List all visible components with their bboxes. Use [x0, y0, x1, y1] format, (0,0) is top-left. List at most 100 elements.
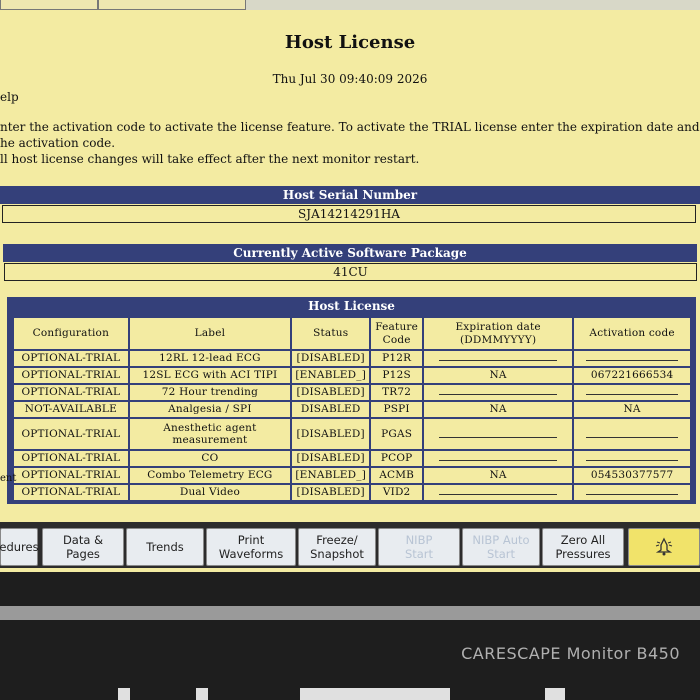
monitor-screen: Host License Thu Jul 30 09:40:09 2026 el… — [0, 0, 700, 572]
expiration-date-input[interactable] — [438, 428, 558, 438]
nibp-start-button[interactable]: NIBP Start — [378, 528, 460, 566]
col-header-activation-code: Activation code — [574, 318, 690, 349]
feature-code-cell: VID2 — [371, 485, 423, 500]
top-tab-1[interactable] — [0, 0, 98, 10]
status-cell: [DISABLED] — [292, 351, 370, 366]
activation-code-input[interactable] — [585, 428, 679, 438]
alarm-bell-icon — [655, 537, 673, 556]
data-pages-button[interactable]: Data & Pages — [42, 528, 124, 566]
label-cell: Anesthetic agent measurement — [129, 419, 291, 449]
top-tab-strip — [0, 0, 700, 10]
label-cell: 12RL 12-lead ECG — [129, 351, 291, 366]
trends-button[interactable]: Trends — [126, 528, 204, 566]
freeze-snapshot-button[interactable]: Freeze/ Snapshot — [298, 528, 376, 566]
label-cell: CO — [129, 451, 291, 466]
activation-code-input[interactable] — [585, 385, 679, 395]
bezel-button[interactable] — [545, 688, 565, 700]
table-row: OPTIONAL-TRIAL Anesthetic agent measurem… — [14, 419, 690, 449]
expiration-date-input[interactable] — [438, 485, 558, 495]
expiration-date-field[interactable] — [424, 419, 573, 449]
help-label[interactable]: elp — [0, 90, 19, 104]
col-header-status: Status — [292, 318, 370, 349]
label-cell: 12SL ECG with ACI TIPI — [129, 368, 291, 383]
activation-code-input[interactable] — [585, 451, 679, 461]
feature-code-cell: TR72 — [371, 385, 423, 400]
software-package-value: 41CU — [4, 263, 697, 281]
activation-code-field[interactable] — [574, 451, 690, 466]
configuration-cell: OPTIONAL-TRIAL — [14, 485, 128, 500]
expiration-date-field[interactable] — [424, 351, 573, 366]
host-license-title: Host License — [308, 299, 395, 313]
status-cell: [ENABLED_] — [292, 368, 370, 383]
status-cell: DISABLED — [292, 402, 370, 417]
procedures-button[interactable]: edures — [0, 528, 39, 566]
feature-code-cell: PCOP — [371, 451, 423, 466]
feature-code-cell: P12R — [371, 351, 423, 366]
col-header-expiration-date: Expiration date (DDMMYYYY) — [424, 318, 573, 349]
table-header-row: Configuration Label Status Feature Code … — [14, 318, 690, 349]
configuration-cell: OPTIONAL-TRIAL — [14, 385, 128, 400]
activation-code-input[interactable] — [585, 351, 679, 361]
bezel-light-strip — [300, 688, 450, 700]
bezel-edge — [0, 606, 700, 620]
configuration-cell: OPTIONAL-TRIAL — [14, 451, 128, 466]
host-license-table: Configuration Label Status Feature Code … — [12, 316, 692, 502]
status-cell: [DISABLED] — [292, 385, 370, 400]
label-cell: Combo Telemetry ECG — [129, 468, 291, 483]
instruction-line-3: ll host license changes will take effect… — [0, 152, 420, 166]
activation-code-field[interactable] — [574, 485, 690, 500]
col-header-configuration: Configuration — [14, 318, 128, 349]
configuration-cell: OPTIONAL-TRIAL — [14, 368, 128, 383]
status-cell: [DISABLED] — [292, 485, 370, 500]
expiration-date-input[interactable] — [438, 451, 558, 461]
col-header-feature-code: Feature Code — [371, 318, 423, 349]
expiration-date-input[interactable] — [438, 385, 558, 395]
label-cell: 72 Hour trending — [129, 385, 291, 400]
table-row: NOT-AVAILABLE Analgesia / SPI DISABLED P… — [14, 402, 690, 417]
label-cell: Dual Video — [129, 485, 291, 500]
expiration-date-field[interactable] — [424, 485, 573, 500]
activation-code-cell: NA — [574, 402, 690, 417]
configuration-cell: OPTIONAL-TRIAL — [14, 419, 128, 449]
expiration-date-input[interactable] — [438, 351, 558, 361]
table-row: OPTIONAL-TRIAL Combo Telemetry ECG [ENAB… — [14, 468, 690, 483]
monitor-bezel — [0, 572, 700, 700]
top-tab-2[interactable] — [98, 0, 246, 10]
bezel-button[interactable] — [118, 688, 130, 700]
expiration-date-cell: NA — [424, 368, 573, 383]
activation-code-field[interactable] — [574, 351, 690, 366]
col-header-label: Label — [129, 318, 291, 349]
label-cell: Analgesia / SPI — [129, 402, 291, 417]
activation-code-input[interactable] — [585, 485, 679, 495]
feature-code-cell: PSPI — [371, 402, 423, 417]
table-row: OPTIONAL-TRIAL 12SL ECG with ACI TIPI [E… — [14, 368, 690, 383]
print-waveforms-button[interactable]: Print Waveforms — [206, 528, 296, 566]
zero-all-pressures-button[interactable]: Zero All Pressures — [542, 528, 624, 566]
expiration-date-field[interactable] — [424, 451, 573, 466]
software-package-header: Currently Active Software Package — [3, 244, 697, 262]
table-row: OPTIONAL-TRIAL Dual Video [DISABLED] VID… — [14, 485, 690, 500]
status-cell: [DISABLED] — [292, 419, 370, 449]
instruction-line-1: nter the activation code to activate the… — [0, 120, 700, 134]
feature-code-cell: PGAS — [371, 419, 423, 449]
configuration-cell: OPTIONAL-TRIAL — [14, 468, 128, 483]
serial-number-header: Host Serial Number — [0, 186, 700, 204]
configuration-cell: NOT-AVAILABLE — [14, 402, 128, 417]
nibp-auto-start-button[interactable]: NIBP Auto Start — [462, 528, 540, 566]
device-brand-label: CARESCAPE Monitor B450 — [461, 644, 680, 663]
activation-code-field[interactable] — [574, 385, 690, 400]
activation-code-field[interactable] — [574, 419, 690, 449]
table-row: OPTIONAL-TRIAL 12RL 12-lead ECG [DISABLE… — [14, 351, 690, 366]
instruction-line-2: he activation code. — [0, 136, 116, 150]
expiration-date-cell: NA — [424, 402, 573, 417]
feature-code-cell: ACMB — [371, 468, 423, 483]
expiration-date-cell: NA — [424, 468, 573, 483]
table-row: OPTIONAL-TRIAL CO [DISABLED] PCOP — [14, 451, 690, 466]
side-menu-label[interactable]: ent — [0, 473, 16, 484]
datetime-display: Thu Jul 30 09:40:09 2026 — [272, 72, 428, 86]
activation-code-cell: 067221666534 — [574, 368, 690, 383]
alarm-button[interactable] — [628, 528, 700, 566]
status-cell: [DISABLED] — [292, 451, 370, 466]
expiration-date-field[interactable] — [424, 385, 573, 400]
bezel-button[interactable] — [196, 688, 208, 700]
